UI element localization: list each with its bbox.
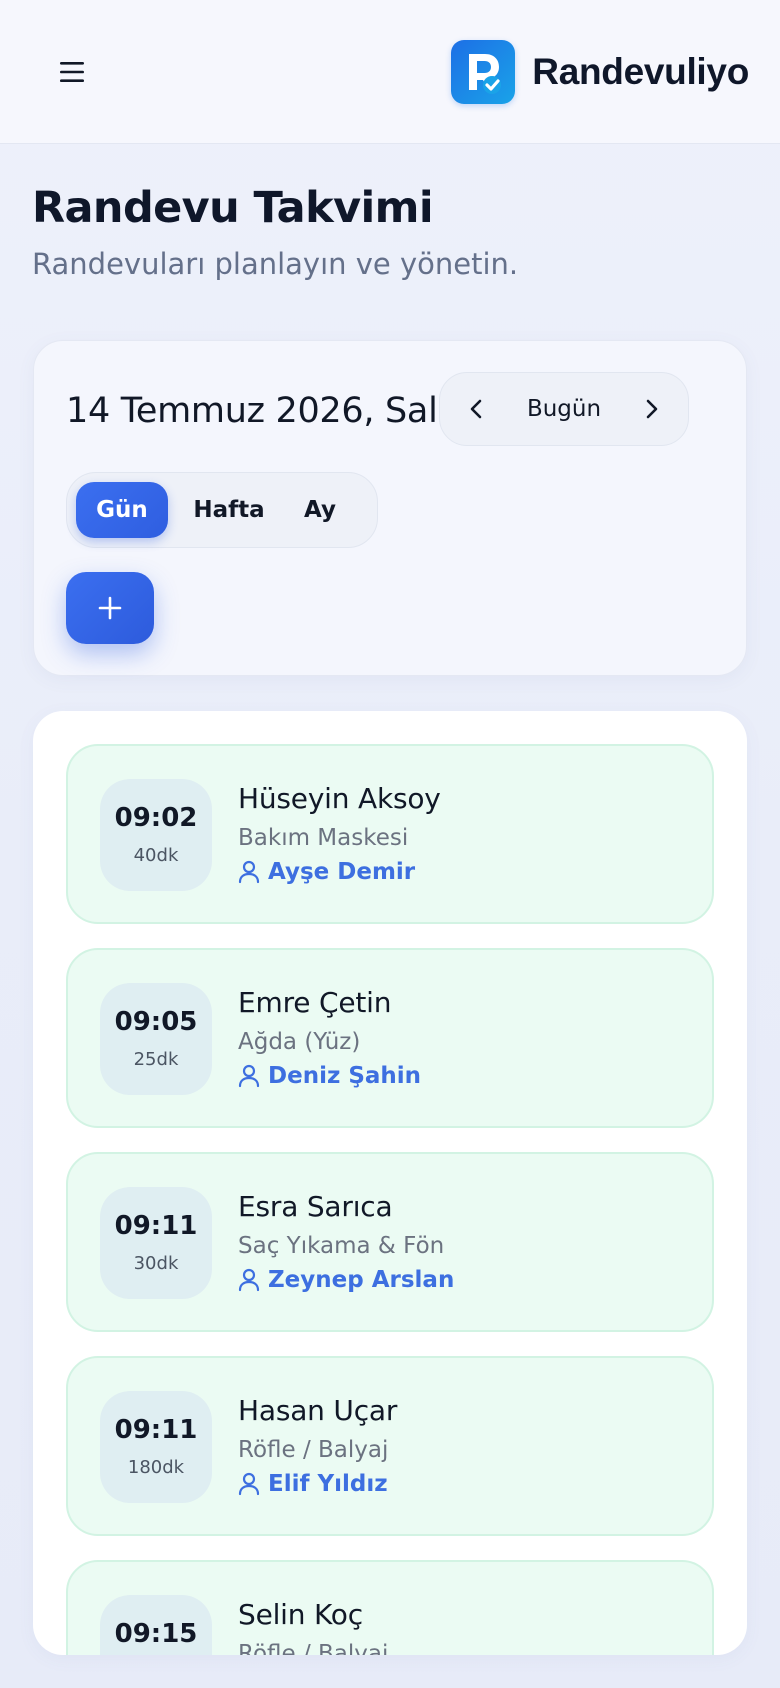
- appointment-card[interactable]: 09:11 180dk Hasan Uçar Röfle / Balyaj El…: [66, 1356, 714, 1536]
- view-month-tab[interactable]: Ay: [285, 482, 355, 538]
- today-button[interactable]: Bugün: [500, 373, 628, 445]
- appointment-time-box: 09:05 25dk: [100, 983, 212, 1095]
- appointment-time: 09:11: [114, 1211, 198, 1241]
- user-icon: [238, 860, 260, 884]
- chevron-right-icon: [646, 399, 658, 419]
- view-switcher: Gün Hafta Ay: [66, 472, 378, 548]
- service-name: Saç Yıkama & Fön: [238, 1233, 445, 1259]
- appointment-info: Selin Koç Röfle / Balyaj: [238, 1598, 388, 1655]
- appointment-time: 09:02: [114, 803, 198, 833]
- date-navigation: Bugün: [439, 372, 689, 446]
- appointment-time: 09:05: [114, 1007, 198, 1037]
- customer-name: Hüseyin Aksoy: [238, 782, 441, 815]
- next-day-button[interactable]: [632, 390, 670, 428]
- appointment-list: 09:02 40dk Hüseyin Aksoy Bakım Maskesi A…: [33, 711, 747, 1655]
- user-icon: [238, 1064, 260, 1088]
- customer-name: Hasan Uçar: [238, 1394, 398, 1427]
- customer-name: Selin Koç: [238, 1598, 363, 1631]
- menu-button[interactable]: [44, 44, 100, 100]
- appointment-duration: 40dk: [133, 845, 179, 866]
- appointment-card[interactable]: 09:05 25dk Emre Çetin Ağda (Yüz) Deniz Ş…: [66, 948, 714, 1128]
- appointment-time: 09:15: [114, 1619, 198, 1649]
- appointment-card[interactable]: 09:15 Selin Koç Röfle / Balyaj: [66, 1560, 714, 1655]
- brand-logo[interactable]: Randevuliyo: [451, 40, 749, 104]
- staff-name: Elif Yıldız: [268, 1471, 388, 1497]
- user-icon: [238, 1472, 260, 1496]
- appointment-card[interactable]: 09:02 40dk Hüseyin Aksoy Bakım Maskesi A…: [66, 744, 714, 924]
- user-icon: [238, 1268, 260, 1292]
- plus-icon: [98, 596, 122, 620]
- staff-name: Ayşe Demir: [268, 859, 416, 885]
- staff-name: Deniz Şahin: [268, 1063, 422, 1089]
- staff-row: Ayşe Demir: [238, 859, 441, 885]
- customer-name: Esra Sarıca: [238, 1190, 393, 1223]
- appointment-time-box: 09:11 180dk: [100, 1391, 212, 1503]
- service-name: Röfle / Balyaj: [238, 1641, 389, 1655]
- view-week-tab[interactable]: Hafta: [179, 482, 279, 538]
- customer-name: Emre Çetin: [238, 986, 392, 1019]
- page-title: Randevu Takvimi: [32, 183, 434, 233]
- current-date-label: 14 Temmuz 2026, Salı: [66, 391, 447, 431]
- appointment-info: Hüseyin Aksoy Bakım Maskesi Ayşe Demir: [238, 782, 441, 885]
- appointment-info: Esra Sarıca Saç Yıkama & Fön Zeynep Arsl…: [238, 1190, 454, 1293]
- appointment-info: Emre Çetin Ağda (Yüz) Deniz Şahin: [238, 986, 421, 1089]
- page-subtitle: Randevuları planlayın ve yönetin.: [32, 247, 519, 281]
- appointment-duration: 25dk: [133, 1049, 179, 1070]
- appointment-time-box: 09:02 40dk: [100, 779, 212, 891]
- staff-row: Zeynep Arslan: [238, 1267, 454, 1293]
- staff-name: Zeynep Arslan: [268, 1267, 455, 1293]
- appointment-time-box: 09:11 30dk: [100, 1187, 212, 1299]
- staff-row: Elif Yıldız: [238, 1471, 397, 1497]
- logo-icon: [451, 40, 516, 104]
- appointment-card[interactable]: 09:11 30dk Esra Sarıca Saç Yıkama & Fön …: [66, 1152, 714, 1332]
- appointment-time: 09:11: [114, 1415, 198, 1445]
- calendar-controls-card: 14 Temmuz 2026, Salı Bugün Gün Hafta Ay: [33, 340, 747, 676]
- service-name: Bakım Maskesi: [238, 825, 409, 851]
- previous-day-button[interactable]: [458, 390, 496, 428]
- hamburger-menu-icon: [60, 62, 84, 82]
- staff-row: Deniz Şahin: [238, 1063, 421, 1089]
- view-day-tab[interactable]: Gün: [76, 482, 168, 538]
- appointment-duration: 30dk: [133, 1253, 179, 1274]
- service-name: Ağda (Yüz): [238, 1029, 361, 1055]
- appointment-time-box: 09:15: [100, 1595, 212, 1655]
- appointment-info: Hasan Uçar Röfle / Balyaj Elif Yıldız: [238, 1394, 397, 1497]
- service-name: Röfle / Balyaj: [238, 1437, 389, 1463]
- brand-name: Randevuliyo: [532, 51, 749, 92]
- add-appointment-button[interactable]: [66, 572, 154, 644]
- appointment-duration: 180dk: [127, 1457, 185, 1478]
- app-header: Randevuliyo: [0, 0, 780, 144]
- chevron-left-icon: [470, 399, 482, 419]
